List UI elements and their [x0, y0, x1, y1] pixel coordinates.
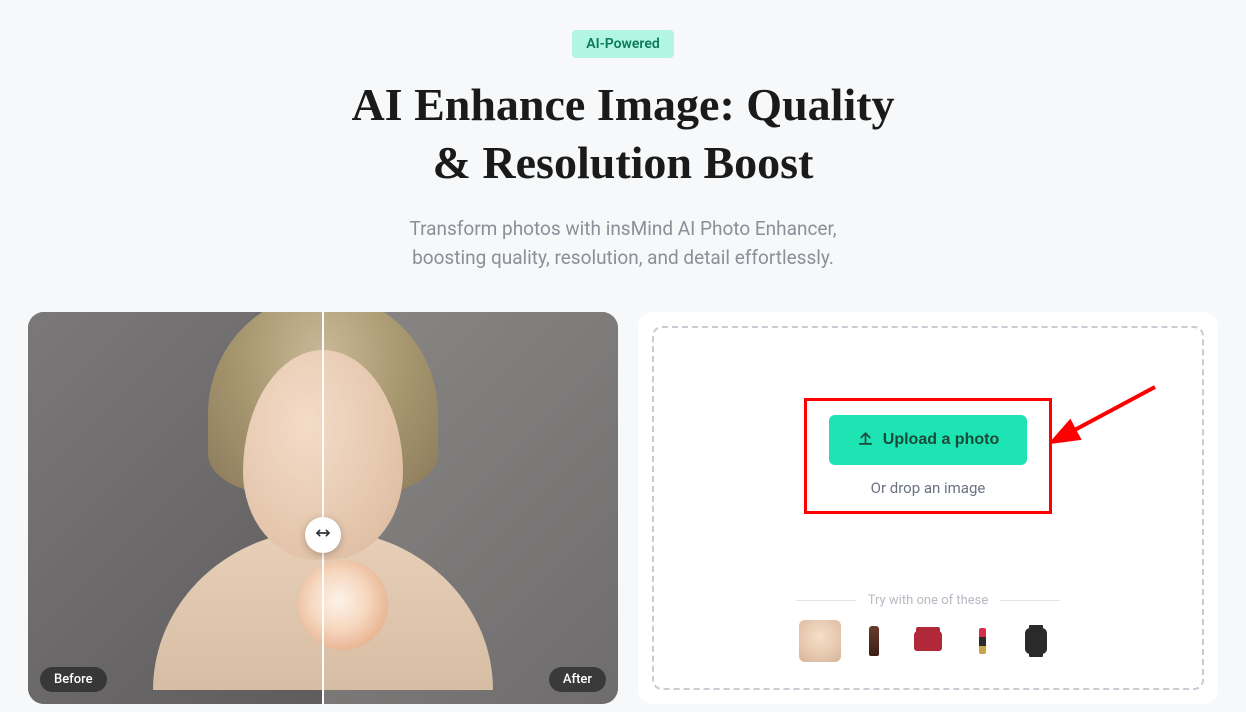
upload-button-label: Upload a photo — [883, 431, 999, 449]
subtitle-line-1: Transform photos with insMind AI Photo E… — [409, 217, 836, 240]
ai-powered-badge: AI-Powered — [572, 30, 674, 58]
upload-icon — [857, 429, 874, 451]
drop-image-text: Or drop an image — [829, 479, 1027, 497]
drop-zone[interactable]: Upload a photo Or drop an image — [652, 326, 1204, 690]
header-section: AI-Powered AI Enhance Image: Quality & R… — [28, 30, 1218, 272]
title-line-1: AI Enhance Image: Quality — [351, 79, 894, 130]
sample-thumb-bag[interactable] — [907, 620, 949, 662]
samples-heading: Try with one of these — [674, 593, 1182, 608]
comparison-divider — [322, 312, 324, 704]
annotation-highlight-box: Upload a photo Or drop an image — [804, 398, 1052, 514]
after-label: After — [549, 667, 606, 692]
content-row: Before After Upload a photo — [28, 312, 1218, 704]
sample-thumb-watch[interactable] — [1015, 620, 1057, 662]
sample-thumb-bottle[interactable] — [853, 620, 895, 662]
subtitle-line-2: boosting quality, resolution, and detail… — [412, 246, 834, 269]
before-label: Before — [40, 667, 107, 692]
annotation-arrow-icon — [1051, 381, 1161, 451]
page-container: AI-Powered AI Enhance Image: Quality & R… — [0, 0, 1246, 704]
page-subtitle: Transform photos with insMind AI Photo E… — [28, 215, 1218, 272]
upload-center: Upload a photo Or drop an image — [804, 398, 1052, 514]
upload-photo-button[interactable]: Upload a photo — [829, 415, 1027, 465]
arrows-horizontal-icon — [315, 525, 331, 545]
sample-images-section: Try with one of these — [674, 593, 1182, 662]
before-after-comparison[interactable]: Before After — [28, 312, 618, 704]
page-title: AI Enhance Image: Quality & Resolution B… — [28, 76, 1218, 191]
comparison-slider-handle[interactable] — [305, 517, 341, 553]
sample-thumb-face[interactable] — [799, 620, 841, 662]
sample-row — [674, 620, 1182, 662]
sample-thumb-lipstick[interactable] — [961, 620, 1003, 662]
upload-panel: Upload a photo Or drop an image — [638, 312, 1218, 704]
title-line-2: & Resolution Boost — [433, 137, 814, 188]
